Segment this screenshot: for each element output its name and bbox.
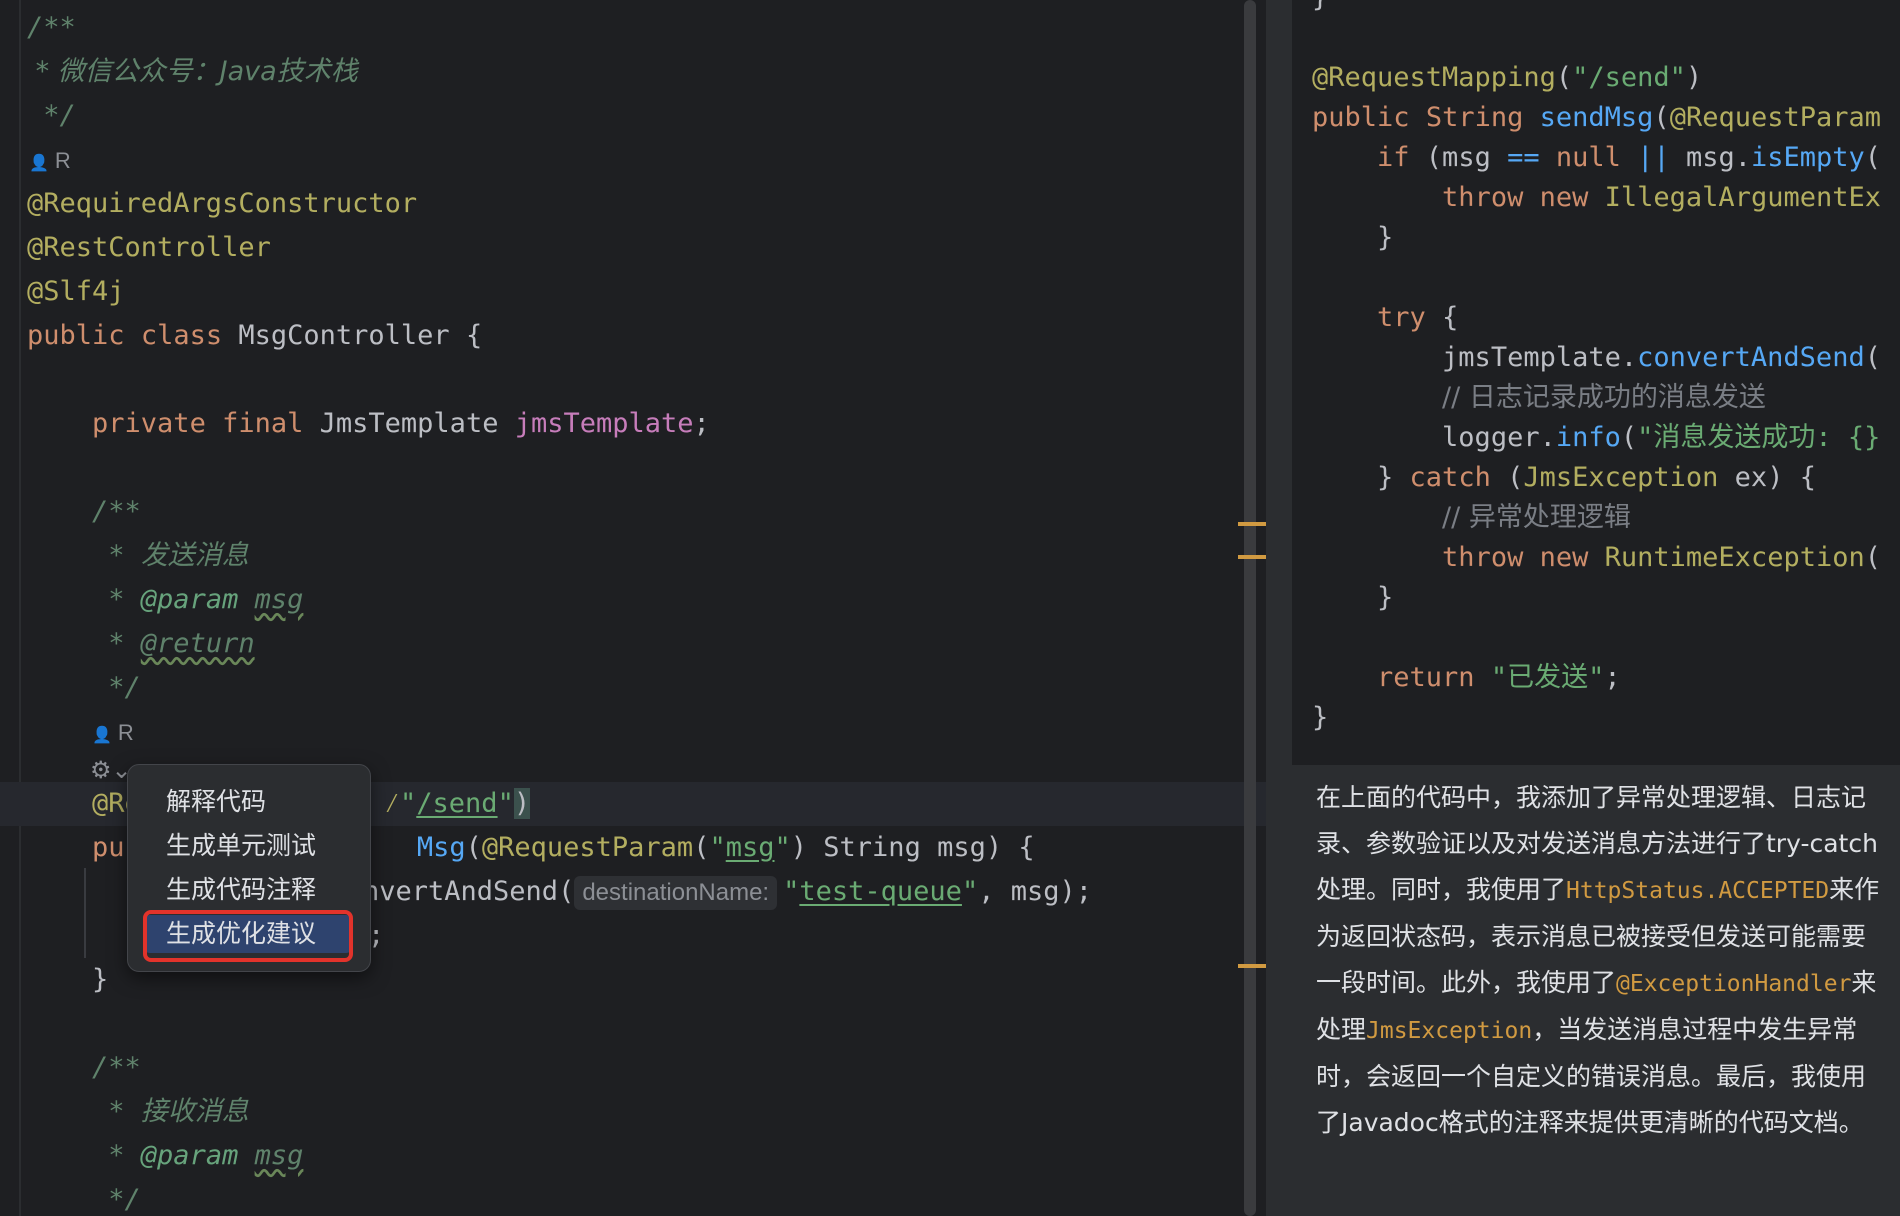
code-line: throw new IllegalArgumentEx (1442, 182, 1881, 213)
code-line: try { (1377, 302, 1459, 333)
code-line: throw new RuntimeException( (1442, 542, 1881, 573)
code-line: // 异常处理逻辑 (1442, 502, 1631, 533)
code-line: // 日志记录成功的消息发送 (1442, 382, 1766, 413)
warning-marker[interactable] (1238, 964, 1266, 968)
code-line: * @return (108, 628, 255, 659)
gutter-divider (19, 0, 21, 1216)
ai-assistant-icon[interactable]: ⚙⌄ (90, 756, 132, 784)
code-line: } (1312, 702, 1329, 733)
code-line: * 微信公众号：Java技术栈 (27, 56, 358, 87)
menu-item-generate-unit-test[interactable]: 生成单元测试 (144, 827, 352, 865)
code-line: jmsTemplate.convertAndSend( (1442, 342, 1881, 373)
menu-item-explain-code[interactable]: 解释代码 (144, 783, 352, 821)
code-line: */ (92, 1184, 141, 1215)
code-line: /** (92, 496, 141, 527)
warning-marker[interactable] (1238, 522, 1266, 526)
code-line: * 发送消息 (92, 540, 249, 571)
code-line: } (1377, 222, 1394, 253)
code-line: nvertAndSend(destinationName: "test-queue… (363, 872, 1092, 912)
menu-item-generate-comments[interactable]: 生成代码注释 (144, 871, 352, 909)
code-line: private final JmsTemplate jmsTemplate; (92, 408, 710, 439)
code-line: public String sendMsg(@RequestParam (1312, 102, 1882, 133)
person-icon: 👤 (29, 155, 49, 172)
code-editor[interactable]: /** * 微信公众号：Java技术栈 */ 👤 R @RequiredArgsC… (0, 0, 1270, 1216)
code-line: /** (92, 1052, 141, 1083)
callout-highlight-box (143, 910, 353, 962)
code-line: if (msg == null || msg.isEmpty( (1377, 142, 1882, 173)
vertical-scrollbar[interactable] (1244, 0, 1256, 1216)
code-line: } (1377, 582, 1394, 613)
code-line: @RequestMapping("/send") (1312, 62, 1703, 93)
person-icon: 👤 (92, 727, 112, 744)
parameter-hint: destinationName: (574, 876, 778, 910)
code-line: */ (27, 100, 76, 131)
code-line: } (92, 964, 109, 995)
code-line: @RequiredArgsConstructor (27, 188, 418, 219)
pane-divider[interactable] (1266, 0, 1292, 1216)
ai-response-text: 在上面的代码中，我添加了异常处理逻辑、日志记录、参数验证以及对发送消息方法进行了… (1292, 765, 1900, 1216)
code-line: return "已发送"; (1377, 662, 1621, 693)
code-line: /** (27, 12, 76, 43)
code-line: } (1312, 0, 1328, 18)
warning-marker[interactable] (1238, 555, 1266, 559)
code-line: * 接收消息 (108, 1096, 249, 1127)
code-line: public class MsgController { (27, 320, 483, 351)
indent-guide (84, 868, 86, 958)
author-hint[interactable]: 👤 R (29, 148, 71, 174)
response-paragraph: 在上面的代码中，我添加了异常处理逻辑、日志记录、参数验证以及对发送消息方法进行了… (1316, 783, 1880, 1137)
code-line: } catch (JmsException ex) { (1377, 462, 1816, 493)
author-hint[interactable]: 👤 R (92, 720, 134, 746)
code-line: @RestController (27, 232, 271, 263)
code-line: @Slf4j (27, 276, 125, 307)
code-line: */ (92, 672, 141, 703)
code-line: logger.info("消息发送成功: {} (1442, 422, 1881, 453)
code-line: * @param msg (108, 1140, 304, 1171)
code-line: * @param msg (108, 584, 304, 615)
